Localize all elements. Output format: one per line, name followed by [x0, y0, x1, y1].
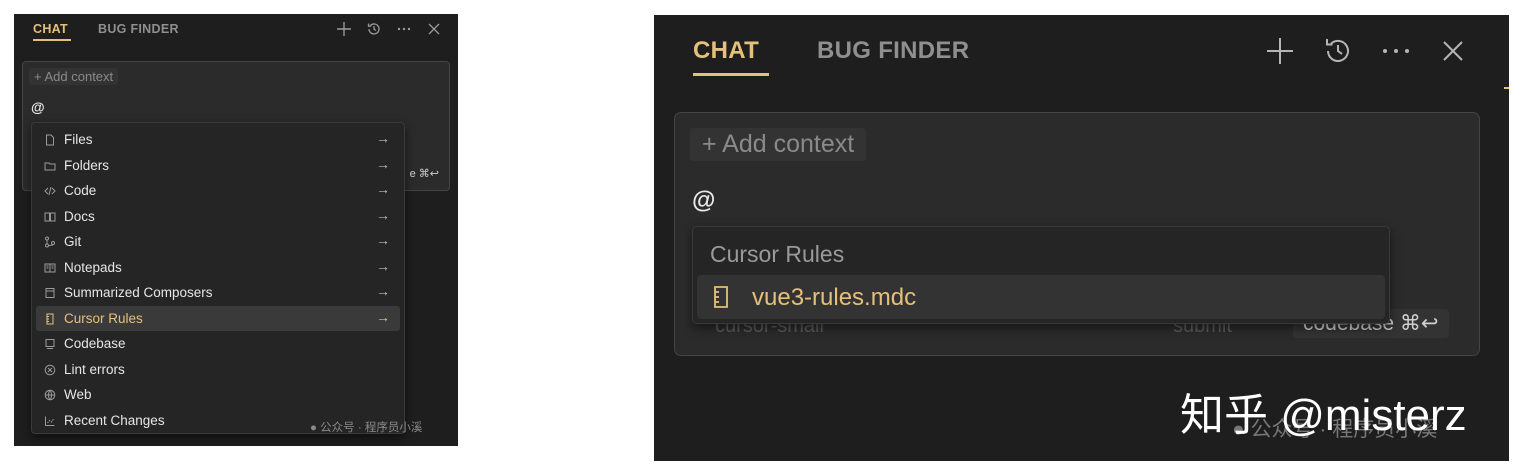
accent-edge — [1504, 87, 1509, 89]
ruler-icon — [711, 286, 731, 313]
left-chat-panel: CHAT BUG FINDER + Add context @ e ⌘↩ Fil… — [14, 14, 458, 446]
at-mention-text: @ — [692, 187, 716, 214]
tab-chat[interactable]: CHAT — [693, 37, 759, 65]
arrow-right-icon: → — [376, 308, 390, 325]
tab-chat[interactable]: CHAT — [33, 22, 68, 36]
composer-icon — [44, 286, 56, 298]
history-icon[interactable] — [366, 21, 382, 37]
plus-icon[interactable] — [1264, 35, 1296, 67]
tab-bug-finder[interactable]: BUG FINDER — [98, 22, 179, 36]
git-icon — [44, 235, 56, 248]
codebase-icon — [44, 337, 56, 349]
menu-item-codebase[interactable]: Codebase — [36, 331, 400, 356]
ellipsis-icon[interactable] — [1380, 35, 1412, 67]
arrow-right-icon: → — [376, 257, 390, 274]
close-icon[interactable] — [426, 21, 442, 37]
zhihu-watermark: 知乎 @misterz — [1180, 391, 1467, 440]
menu-item-folders[interactable]: Folders → — [36, 153, 400, 178]
menu-item-summarized-composers[interactable]: Summarized Composers → — [36, 280, 400, 305]
globe-icon — [44, 388, 56, 401]
cursor-rules-menu: Cursor Rules vue3-rules.mdc — [692, 226, 1390, 324]
add-context-button[interactable]: + Add context — [29, 68, 119, 85]
close-icon[interactable] — [1437, 35, 1469, 67]
codebase-shortcut-hint: e ⌘↩ — [409, 168, 439, 180]
file-icon — [44, 133, 56, 146]
ruler-icon — [44, 312, 56, 324]
rule-file-label: vue3-rules.mdc — [752, 284, 917, 311]
changes-icon — [44, 414, 56, 426]
notepad-icon — [44, 261, 56, 273]
arrow-right-icon: → — [376, 283, 390, 299]
menu-header: Cursor Rules — [710, 241, 845, 267]
add-context-button[interactable]: + Add context — [690, 128, 867, 161]
arrow-right-icon: → — [376, 232, 390, 248]
wechat-icon: ● — [310, 422, 317, 434]
menu-item-cursor-rules[interactable]: Cursor Rules → — [36, 305, 400, 331]
tab-chat-underline — [693, 73, 769, 76]
arrow-right-icon: → — [376, 155, 390, 172]
folder-icon — [44, 159, 56, 171]
at-mention-text: @ — [31, 99, 45, 115]
arrow-right-icon: → — [376, 130, 390, 146]
wechat-watermark: ● 公众号 · 程序员小溪 — [310, 422, 423, 434]
book-icon — [44, 210, 56, 222]
lint-icon — [44, 363, 56, 375]
menu-item-web[interactable]: Web — [36, 382, 400, 407]
code-icon — [44, 184, 56, 196]
history-icon[interactable] — [1322, 35, 1354, 67]
ellipsis-icon[interactable] — [396, 21, 412, 37]
menu-item-git[interactable]: Git → — [36, 229, 400, 254]
menu-item-notepads[interactable]: Notepads → — [36, 255, 400, 280]
tab-bug-finder[interactable]: BUG FINDER — [817, 37, 969, 65]
tab-chat-underline — [33, 39, 71, 41]
right-chat-panel: CHAT BUG FINDER + Add context @ cursor-s… — [654, 15, 1509, 461]
arrow-right-icon: → — [376, 181, 390, 197]
menu-item-code[interactable]: Code → — [36, 178, 400, 203]
menu-item-docs[interactable]: Docs → — [36, 204, 400, 229]
menu-item-vue3-rules[interactable]: vue3-rules.mdc — [697, 275, 1385, 319]
arrow-right-icon: → — [376, 206, 390, 223]
menu-item-files[interactable]: Files → — [36, 127, 400, 152]
mention-menu: Files → Folders → Code → Docs → Git → No… — [31, 122, 405, 434]
menu-item-lint-errors[interactable]: Lint errors — [36, 357, 400, 382]
plus-icon[interactable] — [336, 21, 352, 37]
